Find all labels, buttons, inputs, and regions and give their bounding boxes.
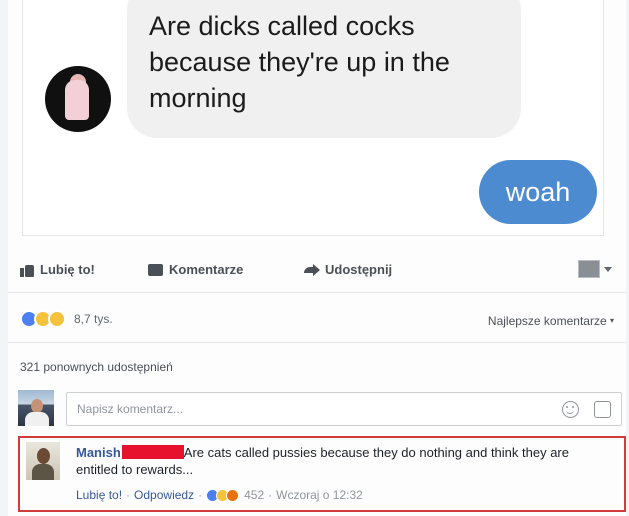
- comment-reaction-count: 452: [244, 488, 265, 502]
- divider: [8, 342, 626, 343]
- share-button-label: Udostępnij: [325, 262, 393, 277]
- chevron-down-icon: [604, 266, 612, 272]
- comment-input[interactable]: Napisz komentarz...: [66, 392, 622, 426]
- comment-meta: Lubię to! · Odpowiedz · 452 · Wczoraj o …: [76, 488, 363, 502]
- current-user-avatar: [18, 390, 54, 426]
- audience-selector[interactable]: [578, 260, 612, 278]
- post-card: Are dicks called cocks because they're u…: [8, 0, 626, 516]
- comment-sort-label: Najlepsze komentarze: [487, 314, 607, 328]
- redaction-bar: [121, 445, 184, 459]
- share-arrow-icon: [304, 263, 320, 276]
- reaction-count: 8,7 tys.: [74, 312, 113, 326]
- shares-count-link[interactable]: 321 ponownych udostępnień: [20, 360, 173, 374]
- post-action-bar: Lubię to! Komentarze Udostępnij: [8, 252, 626, 288]
- incoming-message-text: Are dicks called cocks because they're u…: [149, 11, 450, 113]
- emoji-icon[interactable]: [562, 401, 579, 418]
- comment-reactions[interactable]: [206, 488, 240, 502]
- like-button[interactable]: Lubię to!: [20, 262, 95, 277]
- comment-input-placeholder: Napisz komentarz...: [77, 402, 184, 416]
- comment-icon: [148, 263, 163, 276]
- sticker-icon[interactable]: [594, 401, 611, 418]
- outgoing-message-bubble: woah: [479, 160, 597, 224]
- wow-reaction-icon: [48, 310, 66, 328]
- sender-avatar: [45, 66, 111, 132]
- comment-like-link[interactable]: Lubię to!: [76, 488, 122, 502]
- profile-thumbnail-icon: [578, 260, 600, 278]
- angry-reaction-icon: [226, 488, 240, 502]
- comment-button[interactable]: Komentarze: [148, 262, 243, 277]
- highlighted-comment: Manish Are cats called pussies because th…: [18, 436, 626, 512]
- incoming-message-bubble: Are dicks called cocks because they're u…: [127, 0, 521, 138]
- comment-reply-link[interactable]: Odpowiedz: [134, 488, 194, 502]
- comment-timestamp[interactable]: Wczoraj o 12:32: [276, 488, 363, 502]
- comment-button-label: Komentarze: [169, 262, 244, 277]
- share-button[interactable]: Udostępnij: [304, 262, 392, 277]
- chat-screenshot: Are dicks called cocks because they're u…: [22, 0, 604, 236]
- reactions-summary[interactable]: 8,7 tys.: [20, 310, 113, 328]
- comment-body: Manish Are cats called pussies because th…: [76, 444, 606, 478]
- comment-sort-dropdown[interactable]: Najlepsze komentarze ▾: [488, 314, 614, 328]
- chevron-down-icon: ▾: [609, 316, 614, 325]
- divider: [8, 292, 626, 293]
- comment-author[interactable]: Manish: [76, 445, 121, 460]
- commenter-avatar[interactable]: [26, 442, 60, 480]
- thumbs-up-icon: [20, 263, 34, 277]
- like-button-label: Lubię to!: [40, 262, 95, 277]
